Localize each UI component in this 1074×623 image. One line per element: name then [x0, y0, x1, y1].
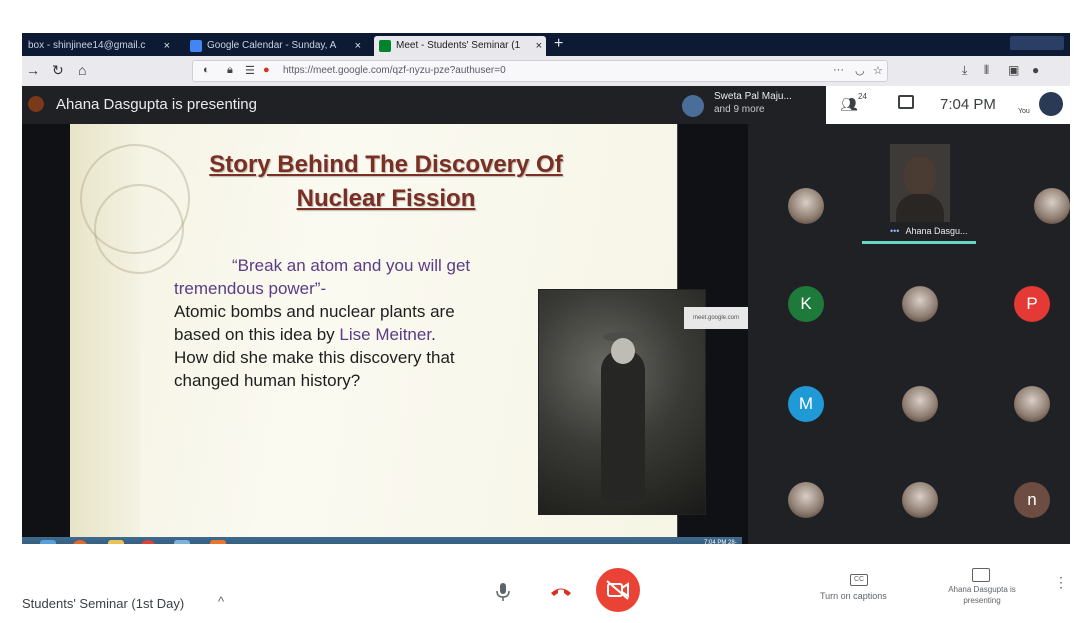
chat-icon[interactable]: [898, 95, 914, 109]
self-label: You: [1018, 108, 1030, 115]
participant-avatar: [902, 482, 938, 518]
participant-avatar: [902, 286, 938, 322]
page-actions-icon[interactable]: ···: [833, 64, 844, 76]
screen-capture: box - shinjinee14@gmail.c × Google Calen…: [22, 33, 1070, 615]
pocket-icon[interactable]: ◡: [855, 64, 865, 77]
speaking-indicator-icon: •••: [890, 226, 900, 236]
meet-header-controls: 👥︎ 24 7:04 PM You: [826, 86, 1070, 124]
people-count: 24: [858, 92, 867, 101]
participant-tile[interactable]: [758, 188, 854, 284]
speaker-body: [896, 194, 944, 222]
meet-icon: [379, 40, 391, 52]
self-avatar[interactable]: [1039, 92, 1063, 116]
participant-avatar: [682, 95, 704, 117]
address-bar[interactable]: ◐ 🔒︎ ☰ ● https://meet.google.com/qzf-nyz…: [192, 60, 888, 82]
tab-label: box - shinjinee14@gmail.c: [28, 40, 146, 51]
speaker-face: [904, 156, 936, 196]
participant-avatar: [902, 386, 938, 422]
forward-icon[interactable]: →: [26, 62, 40, 78]
slide-decoration: [70, 124, 190, 537]
present-screen-icon[interactable]: [972, 568, 990, 582]
library-icon[interactable]: ⫴: [984, 63, 989, 78]
meeting-clock: 7:04 PM: [940, 96, 996, 113]
new-tab-button[interactable]: +: [554, 35, 563, 53]
reload-icon[interactable]: ↻: [52, 62, 64, 79]
bookmark-star-icon[interactable]: ☆: [873, 64, 883, 77]
extension-icon[interactable]: ●: [1032, 63, 1039, 77]
participant-avatar: [788, 482, 824, 518]
presenting-button-label[interactable]: Ahana Dasgupta is presenting: [938, 584, 1026, 606]
camera-off-button[interactable]: [596, 568, 640, 612]
slide-body: “Break an atom and you will get tremendo…: [174, 254, 474, 392]
slide-highlight-name: Lise Meitner: [339, 325, 432, 344]
people-icon[interactable]: 👥︎: [840, 96, 858, 113]
tab-google-calendar[interactable]: Google Calendar - Sunday, A ×: [185, 36, 365, 56]
shield-icon[interactable]: ◐: [203, 64, 210, 76]
slide-title-line: Nuclear Fission: [296, 185, 476, 212]
presenting-status: Ahana Dasgupta is presenting: [56, 96, 257, 113]
participant-tile[interactable]: [1004, 188, 1070, 284]
download-icon[interactable]: ⤓: [962, 63, 967, 78]
photo-figure: [601, 350, 645, 500]
captions-button-label[interactable]: Turn on captions: [820, 591, 887, 601]
shared-screen-url-chip: meet.google.com: [684, 307, 748, 329]
meeting-title[interactable]: Students' Seminar (1st Day): [22, 596, 184, 611]
tab-label: Google Calendar - Sunday, A: [207, 40, 337, 51]
mic-button[interactable]: [488, 582, 518, 612]
presentation-slide: Story Behind The Discovery Of Nuclear Fi…: [70, 124, 706, 537]
tab-meet[interactable]: Meet - Students' Seminar (1 ×: [374, 36, 546, 56]
mic-icon: [496, 583, 510, 601]
participant-tile[interactable]: M: [758, 386, 854, 482]
participant-avatar: [1034, 188, 1070, 224]
meet-header: Ahana Dasgupta is presenting Sweta Pal M…: [22, 86, 1070, 124]
speaking-bar: [862, 241, 976, 244]
url-text[interactable]: https://meet.google.com/qzf-nyzu-pze?aut…: [283, 65, 506, 76]
home-icon[interactable]: ⌂: [78, 62, 86, 78]
mic-indicator-icon[interactable]: ●: [263, 64, 270, 76]
presenter-avatar: [28, 96, 44, 112]
participant-avatar: [1014, 386, 1050, 422]
slide-quote: “Break an atom and you will get tremendo…: [174, 256, 471, 298]
participant-name: Sweta Pal Maju...: [714, 91, 792, 102]
participant-avatar-k: K: [788, 286, 824, 322]
camera-off-icon: [606, 580, 629, 600]
active-speaker-video[interactable]: [890, 144, 950, 222]
hang-up-icon: [551, 588, 571, 596]
participant-avatar-m: M: [788, 386, 824, 422]
participant-grid: ••• Ahana Dasgu... K P M n: [748, 124, 1070, 544]
tab-gmail[interactable]: box - shinjinee14@gmail.c ×: [22, 36, 174, 56]
participant-avatar-p: P: [1014, 286, 1050, 322]
chevron-up-icon[interactable]: ^: [218, 594, 224, 609]
window-controls[interactable]: [1010, 36, 1064, 50]
participant-tile[interactable]: [984, 386, 1070, 482]
photo-head: [611, 338, 635, 364]
participant-tile[interactable]: [872, 286, 968, 382]
participant-avatar: [788, 188, 824, 224]
tab-label: Meet - Students' Seminar (1: [396, 40, 521, 51]
permissions-icon[interactable]: ☰: [245, 64, 255, 77]
active-speaker-label: ••• Ahana Dasgu...: [890, 226, 968, 236]
calendar-icon: [190, 40, 202, 52]
more-options-icon[interactable]: ⋮: [1054, 574, 1068, 591]
close-icon[interactable]: ×: [355, 36, 361, 56]
slide-title-line: Story Behind The Discovery Of: [209, 151, 563, 178]
slide-title: Story Behind The Discovery Of Nuclear Fi…: [166, 148, 606, 216]
lise-meitner-photo: [538, 289, 706, 515]
meet-bottom-bar: Students' Seminar (1st Day) ^ CC Turn on…: [22, 544, 1070, 615]
end-call-button[interactable]: [546, 582, 576, 612]
speaker-name: Ahana Dasgu...: [905, 226, 968, 236]
participant-tile[interactable]: P: [984, 286, 1070, 382]
participant-more-count: and 9 more: [714, 104, 765, 115]
close-icon[interactable]: ×: [536, 36, 542, 56]
sidebar-icon[interactable]: ▣: [1008, 63, 1019, 77]
close-icon[interactable]: ×: [164, 36, 170, 56]
presentation-stage: Story Behind The Discovery Of Nuclear Fi…: [22, 124, 1070, 559]
lock-icon[interactable]: 🔒︎: [227, 64, 233, 77]
browser-tab-strip: box - shinjinee14@gmail.c × Google Calen…: [22, 33, 1070, 56]
participant-tile[interactable]: K: [758, 286, 854, 382]
captions-icon[interactable]: CC: [850, 574, 868, 586]
browser-toolbar: → ↻ ⌂ ◐ 🔒︎ ☰ ● https://meet.google.com/q…: [22, 56, 1070, 86]
participant-tile[interactable]: [872, 386, 968, 482]
participant-avatar-n: n: [1014, 482, 1050, 518]
